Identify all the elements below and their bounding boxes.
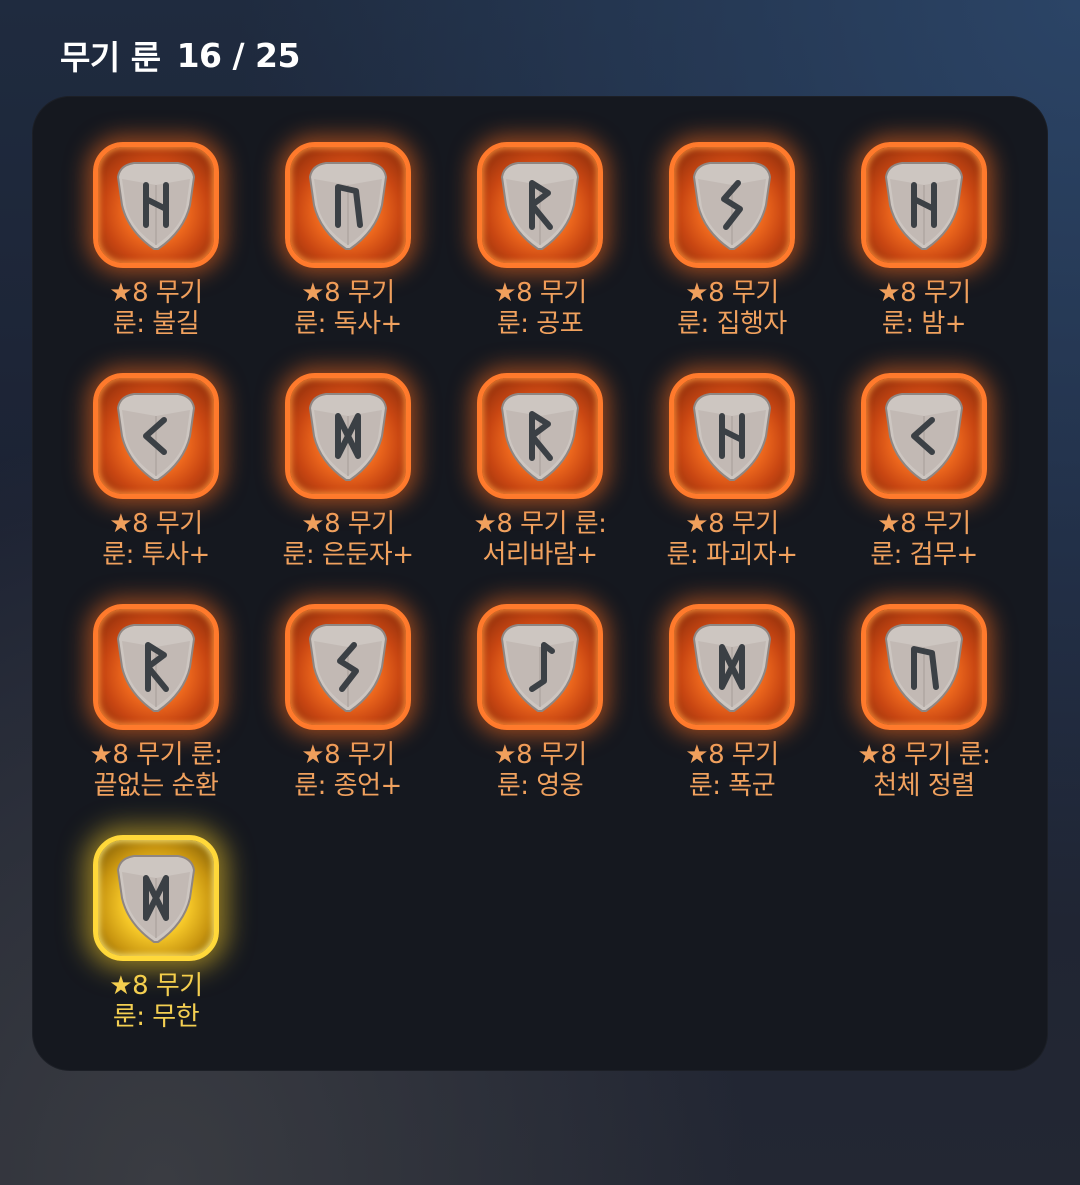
rune-label-line1: ★8 무기: [301, 278, 395, 308]
rune-label: ★8 무기 룬: 불길: [71, 278, 241, 340]
sowilo-icon: [669, 142, 795, 268]
dagaz-icon: [93, 835, 219, 961]
rune-label-line1: ★8 무기: [109, 278, 203, 308]
rune-label-line2: 룬: 무한: [112, 1002, 200, 1032]
rune-label: ★8 무기 룬: 투사+: [71, 509, 241, 571]
raido-icon: [477, 142, 603, 268]
uruz-icon: [861, 604, 987, 730]
rune-label: ★8 무기 룬: 파괴자+: [647, 509, 817, 571]
rune-label-line1: ★8 무기: [685, 740, 779, 770]
rune-label-line2: 룬: 독사+: [294, 309, 402, 339]
rune-card[interactable]: ★8 무기 룬: 독사+: [282, 142, 414, 373]
rune-card[interactable]: ★8 무기 룬: 공포: [474, 142, 606, 373]
rune-label-line1: ★8 무기: [877, 278, 971, 308]
rune-card[interactable]: ★8 무기 룬: 밤+: [858, 142, 990, 373]
rune-label-line2: 룬: 공포: [496, 309, 584, 339]
hagalaz-icon: [861, 142, 987, 268]
rune-label: ★8 무기 룬: 영웅: [455, 740, 625, 802]
rune-label-line1: ★8 무기: [685, 278, 779, 308]
rune-label-line1: ★8 무기: [109, 509, 203, 539]
rune-label-line1: ★8 무기 룬:: [857, 740, 991, 770]
rune-label-line2: 룬: 집행자: [677, 309, 787, 339]
page-title: 무기 룬: [60, 38, 161, 77]
rune-card[interactable]: ★8 무기 룬: 집행자: [666, 142, 798, 373]
rune-label-line1: ★8 무기: [493, 740, 587, 770]
rune-label-line1: ★8 무기: [685, 509, 779, 539]
rune-card[interactable]: ★8 무기 룬: 검무+: [858, 373, 990, 604]
dagaz-icon: [669, 604, 795, 730]
rune-label-line2: 서리바람+: [482, 540, 598, 570]
rune-label: ★8 무기 룬: 은둔자+: [263, 509, 433, 571]
rune-card[interactable]: ★8 무기 룬: 서리바람+: [474, 373, 607, 604]
uruz-icon: [285, 142, 411, 268]
rune-label: ★8 무기 룬: 검무+: [839, 509, 1009, 571]
rune-label: ★8 무기 룬: 집행자: [647, 278, 817, 340]
rune-label-line2: 룬: 파괴자+: [666, 540, 799, 570]
rune-label: ★8 무기 룬: 공포: [455, 278, 625, 340]
rune-label-line1: ★8 무기: [301, 740, 395, 770]
dagaz-icon: [285, 373, 411, 499]
rune-label: ★8 무기 룬: 폭군: [647, 740, 817, 802]
rune-card[interactable]: ★8 무기 룬: 불길: [90, 142, 222, 373]
rune-collection-panel: ★8 무기 룬: 불길 ★8 무기 룬: 독사+ ★8 무기 룬: 공포 ★8 무기 룬: 집…: [32, 96, 1048, 1071]
hagalaz-icon: [669, 373, 795, 499]
sowilo-icon: [285, 604, 411, 730]
rune-label-line2: 룬: 은둔자+: [282, 540, 415, 570]
rune-label-line2: 룬: 투사+: [102, 540, 210, 570]
laguz-icon: [477, 604, 603, 730]
rune-label-line2: 룬: 불길: [112, 309, 200, 339]
raido-icon: [477, 373, 603, 499]
rune-label-line2: 룬: 밤+: [881, 309, 967, 339]
rune-card[interactable]: ★8 무기 룬: 무한: [90, 835, 222, 1066]
rune-card[interactable]: ★8 무기 룬: 투사+: [90, 373, 222, 604]
raido-icon: [93, 604, 219, 730]
rune-label: ★8 무기 룬: 종언+: [263, 740, 433, 802]
rune-card[interactable]: ★8 무기 룬: 종언+: [282, 604, 414, 835]
rune-label: ★8 무기 룬: 끝없는 순환: [71, 740, 241, 802]
rune-label: ★8 무기 룬: 무한: [71, 971, 241, 1033]
rune-grid: ★8 무기 룬: 불길 ★8 무기 룬: 독사+ ★8 무기 룬: 공포 ★8 무기 룬: 집…: [90, 142, 991, 1066]
kenaz-icon: [93, 373, 219, 499]
kenaz-icon: [861, 373, 987, 499]
rune-count: 16 / 25: [176, 35, 301, 75]
hagalaz-icon: [93, 142, 219, 268]
rune-label-line2: 룬: 종언+: [294, 771, 402, 801]
rune-label-line2: 룬: 폭군: [688, 771, 776, 801]
rune-label-line1: ★8 무기 룬:: [473, 509, 607, 539]
rune-card[interactable]: ★8 무기 룬: 천체 정렬: [858, 604, 991, 835]
rune-card[interactable]: ★8 무기 룬: 파괴자+: [666, 373, 798, 604]
rune-label: ★8 무기 룬: 밤+: [839, 278, 1009, 340]
rune-label-line1: ★8 무기: [109, 971, 203, 1001]
rune-label-line2: 끝없는 순환: [93, 771, 219, 801]
rune-label-line1: ★8 무기: [877, 509, 971, 539]
rune-label: ★8 무기 룬: 독사+: [263, 278, 433, 340]
rune-label-line1: ★8 무기: [301, 509, 395, 539]
page-header: 무기 룬 16 / 25: [60, 30, 300, 80]
rune-card[interactable]: ★8 무기 룬: 은둔자+: [282, 373, 414, 604]
rune-label-line2: 룬: 영웅: [496, 771, 584, 801]
rune-card[interactable]: ★8 무기 룬: 폭군: [666, 604, 798, 835]
rune-card[interactable]: ★8 무기 룬: 끝없는 순환: [90, 604, 223, 835]
rune-label-line1: ★8 무기 룬:: [89, 740, 223, 770]
rune-label: ★8 무기 룬: 천체 정렬: [839, 740, 1009, 802]
rune-label-line2: 천체 정렬: [873, 771, 975, 801]
rune-label: ★8 무기 룬: 서리바람+: [455, 509, 625, 571]
rune-card[interactable]: ★8 무기 룬: 영웅: [474, 604, 606, 835]
rune-label-line2: 룬: 검무+: [870, 540, 978, 570]
rune-label-line1: ★8 무기: [493, 278, 587, 308]
